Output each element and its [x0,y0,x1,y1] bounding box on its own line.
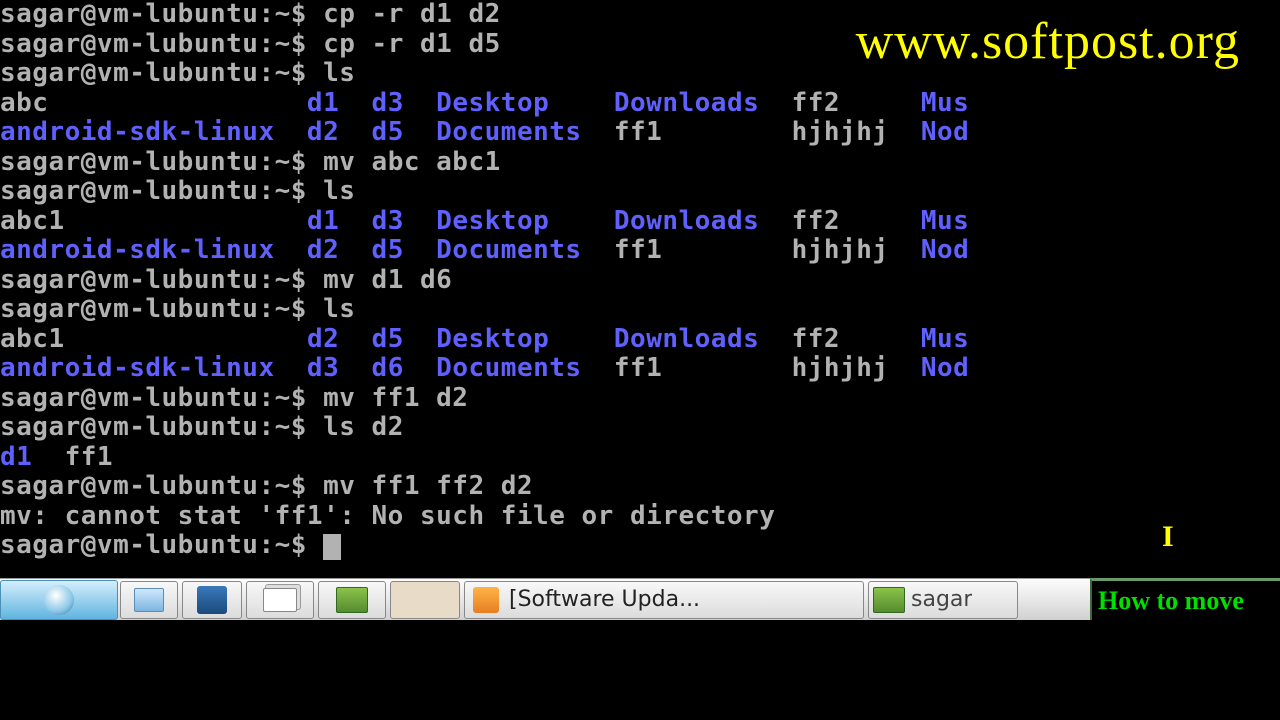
prompt: sagar@vm-lubuntu:~$ [0,0,323,29]
prompt: sagar@vm-lubuntu:~$ [0,530,323,560]
prompt: sagar@vm-lubuntu:~$ [0,294,323,324]
ls-output-row: abc1 d1 d3 Desktop Downloads ff2 Mus [0,207,1280,237]
updater-icon [473,587,499,613]
prompt: sagar@vm-lubuntu:~$ [0,147,323,177]
terminal-launcher[interactable] [318,581,386,619]
command: ls [323,294,355,324]
taskbar-item-label: [Software Upda... [509,587,700,612]
prompt: sagar@vm-lubuntu:~$ [0,29,323,59]
ls-output-row: d1 ff1 [0,443,1280,473]
globe-icon [197,586,227,614]
prompt: sagar@vm-lubuntu:~$ [0,58,323,88]
command: mv ff1 ff2 d2 [323,471,533,501]
windows-icon [263,588,297,612]
taskbar: [Software Upda... sagar [0,578,1280,620]
command: mv ff1 d2 [323,383,468,413]
letterbox-bottom [0,620,1280,720]
taskbar-software-updater[interactable]: [Software Upda... [464,581,864,619]
terminal-icon [873,587,905,613]
prompt: sagar@vm-lubuntu:~$ [0,383,323,413]
ls-output-row: android-sdk-linux d2 d5 Documents ff1 hj… [0,118,1280,148]
prompt: sagar@vm-lubuntu:~$ [0,265,323,295]
folder-icon [134,588,164,612]
file-manager-launcher[interactable] [120,581,178,619]
lubuntu-logo-icon [44,585,74,615]
prompt: sagar@vm-lubuntu:~$ [0,176,323,206]
browser-launcher[interactable] [182,581,242,619]
terminal-icon [336,587,368,613]
command: ls [323,58,355,88]
watermark-url: www.softpost.org [856,12,1240,71]
taskbar-item-label: sagar [911,587,972,612]
taskbar-terminal-window[interactable]: sagar [868,581,1018,619]
prompt: sagar@vm-lubuntu:~$ [0,471,323,501]
start-menu-button[interactable] [0,580,118,620]
ls-output-row: abc1 d2 d5 Desktop Downloads ff2 Mus [0,325,1280,355]
command: ls d2 [323,412,404,442]
text-cursor-ibeam: I [1162,520,1174,554]
ls-output-row: android-sdk-linux d2 d5 Documents ff1 hj… [0,236,1280,266]
command: mv abc abc1 [323,147,501,177]
command: cp -r d1 d2 [323,0,501,29]
error-message: mv: cannot stat 'ff1': No such file or d… [0,502,1280,532]
command: mv d1 d6 [323,265,452,295]
window-switcher-launcher[interactable] [246,581,314,619]
terminal-cursor[interactable] [323,534,341,560]
prompt: sagar@vm-lubuntu:~$ [0,412,323,442]
command: ls [323,176,355,206]
command: cp -r d1 d5 [323,29,501,59]
terminal-output[interactable]: sagar@vm-lubuntu:~$ cp -r d1 d2 sagar@vm… [0,0,1280,561]
tutorial-caption: How to move [1090,578,1280,622]
ls-output-row: abc d1 d3 Desktop Downloads ff2 Mus [0,89,1280,119]
ls-output-row: android-sdk-linux d3 d6 Documents ff1 hj… [0,354,1280,384]
taskbar-spacer[interactable] [390,581,460,619]
